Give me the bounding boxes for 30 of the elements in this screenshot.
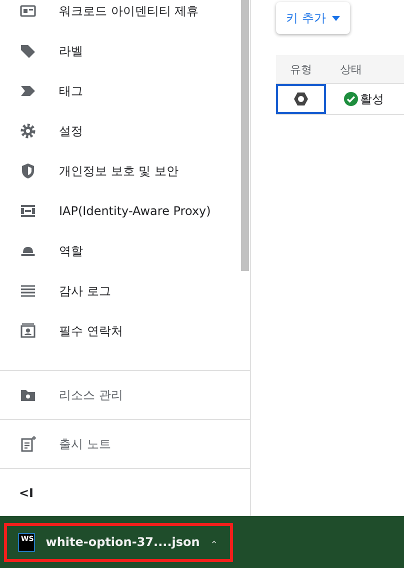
caret-icon xyxy=(332,16,340,20)
notes-icon xyxy=(19,435,37,453)
nav-item[interactable]: 워크로드 아이덴티티 제휴 xyxy=(0,0,241,31)
lines-icon xyxy=(19,282,37,300)
nav-item[interactable]: 개인정보 보호 및 보안 xyxy=(0,151,241,191)
nav-item[interactable]: IAP(Identity-Aware Proxy) xyxy=(0,191,241,231)
table-cell[interactable] xyxy=(276,84,326,114)
chevron-up-icon[interactable] xyxy=(212,538,216,546)
contact-icon xyxy=(19,322,37,340)
collapse-button[interactable]: <I xyxy=(19,486,34,500)
label-icon xyxy=(19,42,37,60)
check-icon xyxy=(344,92,358,106)
scrollbar-thumb[interactable] xyxy=(241,0,249,271)
nav-item[interactable]: 라벨 xyxy=(0,31,241,71)
card-icon xyxy=(19,2,37,20)
nav-item[interactable]: 설정 xyxy=(0,111,241,151)
shield-icon xyxy=(19,162,37,180)
status-text: 활성 xyxy=(360,90,384,108)
gear-icon xyxy=(19,122,37,140)
iap-icon xyxy=(19,202,37,220)
column-header: 유형 xyxy=(289,62,313,76)
key-type-icon xyxy=(293,91,309,107)
column-header: 상태 xyxy=(339,62,363,76)
nav-item[interactable]: 태그 xyxy=(0,71,241,111)
nav-item[interactable]: 필수 연락처 xyxy=(0,311,241,351)
add-key-button[interactable]: 키 추가 xyxy=(276,2,350,34)
nav-item[interactable]: 감사 로그 xyxy=(0,271,241,311)
nav-item[interactable]: 역할 xyxy=(0,231,241,271)
nav-item[interactable]: 출시 노트 xyxy=(0,420,250,469)
nav-item[interactable]: 리소스 관리 xyxy=(0,371,250,420)
